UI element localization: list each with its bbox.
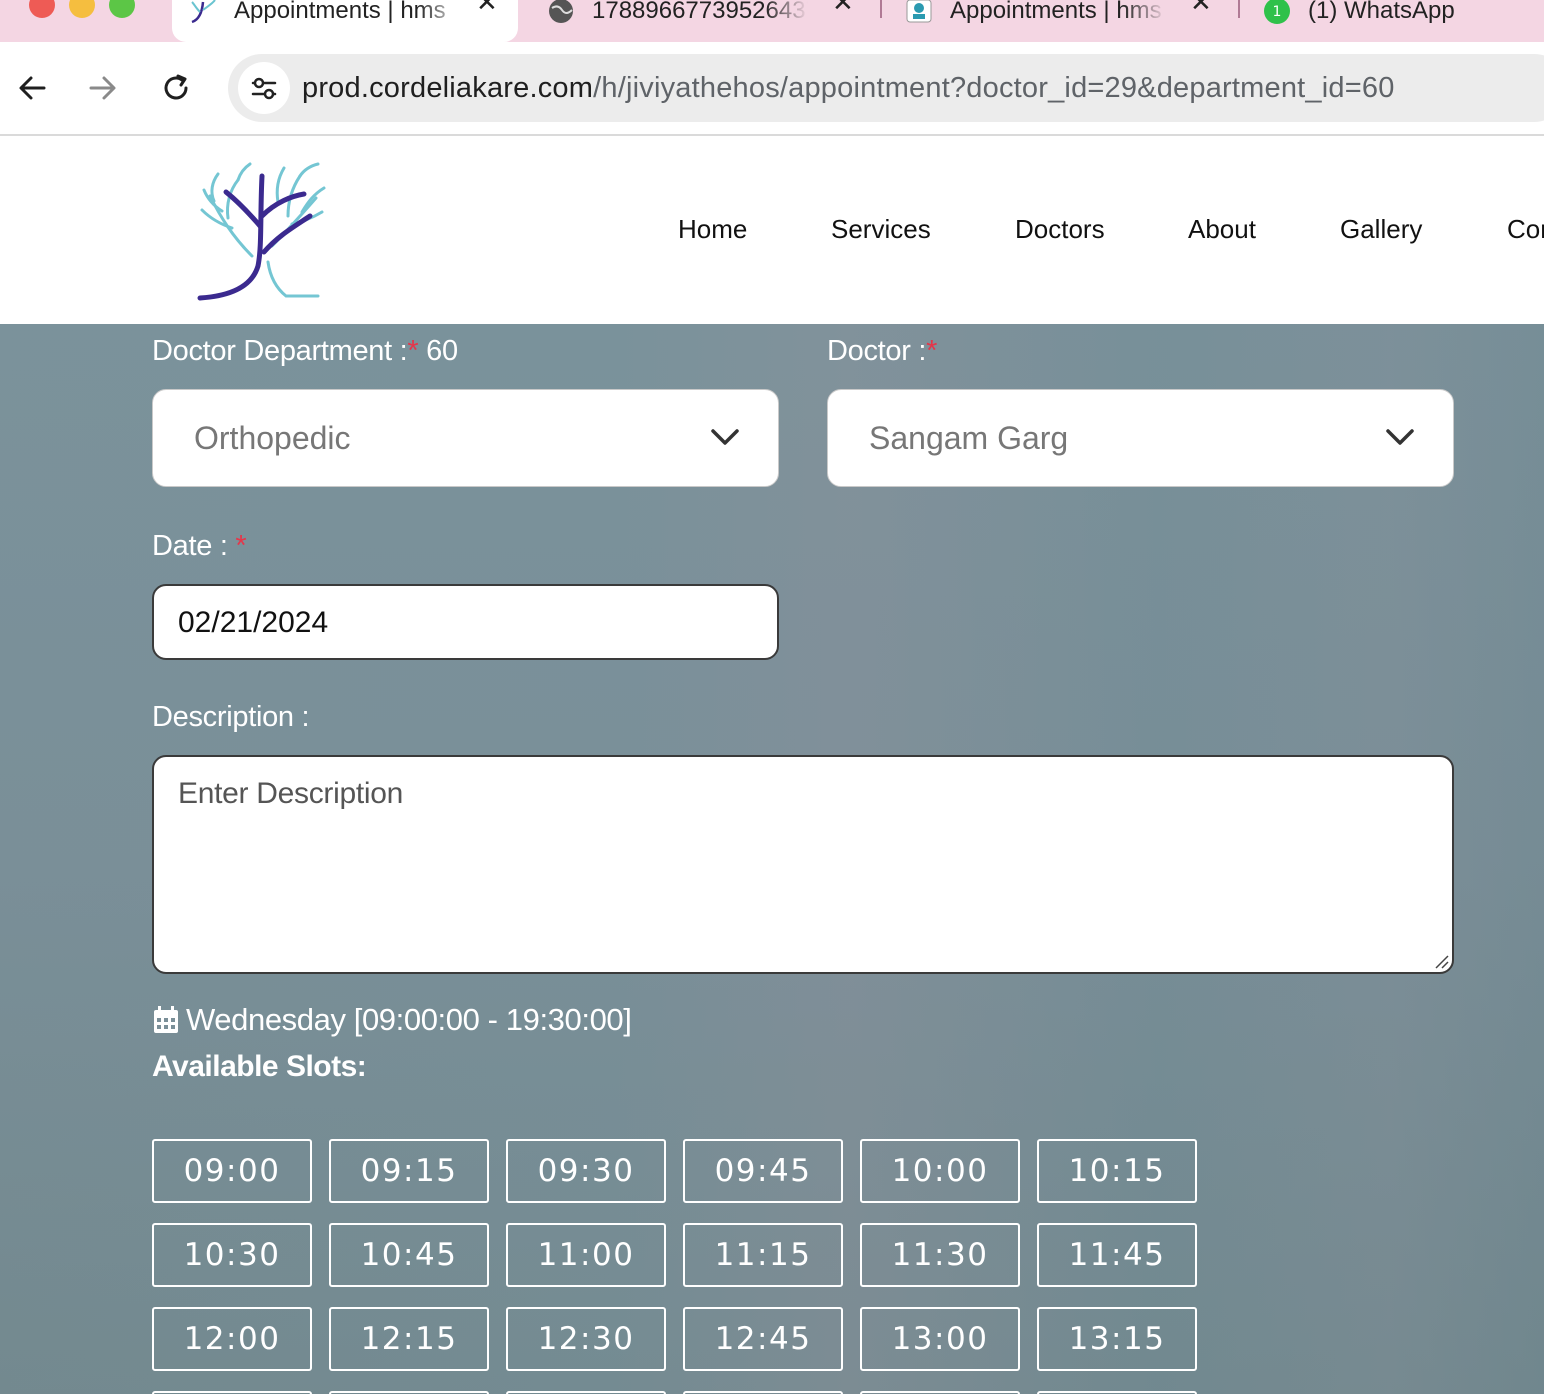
tab-title: (1) WhatsApp — [1308, 0, 1455, 24]
tab-title: 17889667739526437 — [592, 0, 808, 24]
time-slot-button[interactable]: 12:30 — [506, 1307, 666, 1371]
date-label: Date : * — [152, 530, 247, 563]
tab-2[interactable]: 17889667739526437 ✕ — [546, 0, 866, 42]
nav-home[interactable]: Home — [678, 214, 747, 245]
required-marker: * — [926, 335, 938, 367]
tab-close-icon[interactable]: ✕ — [1190, 0, 1212, 18]
time-slot-button[interactable]: 13:00 — [860, 1307, 1020, 1371]
time-slot-button[interactable]: 09:30 — [506, 1139, 666, 1203]
back-arrow-icon — [19, 76, 46, 100]
available-slots-title: Available Slots: — [152, 1050, 367, 1083]
department-label: Doctor Department :* 60 — [152, 335, 458, 368]
resize-grip-icon[interactable] — [1432, 952, 1450, 970]
tab-4[interactable]: 1 (1) WhatsApp — [1262, 0, 1544, 42]
schedule-info: Wednesday [09:00:00 - 19:30:00] — [152, 1000, 632, 1040]
browser-toolbar: prod.cordeliakare.com/h/jiviyathehos/app… — [0, 42, 1544, 136]
tab-title: Appointments | hms — [950, 0, 1162, 24]
appointment-form: Doctor Department :* 60 Orthopedic Docto… — [0, 324, 1544, 1394]
doctor-select[interactable]: Sangam Garg — [827, 389, 1454, 487]
department-label-text: Doctor Department : — [152, 335, 408, 367]
tab-close-icon[interactable]: ✕ — [476, 0, 498, 18]
nav-about[interactable]: About — [1188, 214, 1256, 245]
tab-3[interactable]: Appointments | hms ✕ — [904, 0, 1224, 42]
chevron-down-icon — [711, 429, 739, 445]
time-slot-button[interactable]: 11:45 — [1037, 1223, 1197, 1287]
calendar-icon — [154, 1006, 178, 1033]
doctor-logo-icon — [904, 0, 934, 26]
description-label: Description : — [152, 701, 310, 733]
time-slot-button[interactable]: 12:00 — [152, 1307, 312, 1371]
forward-button[interactable] — [83, 68, 123, 108]
url-text: prod.cordeliakare.com/h/jiviyathehos/app… — [302, 72, 1395, 105]
time-slot-button[interactable]: 11:00 — [506, 1223, 666, 1287]
time-slot-button[interactable]: 10:15 — [1037, 1139, 1197, 1203]
time-slot-button[interactable]: 10:30 — [152, 1223, 312, 1287]
time-slot-button[interactable]: 10:45 — [329, 1223, 489, 1287]
tab-separator — [880, 0, 882, 18]
svg-text:1: 1 — [1273, 4, 1282, 20]
department-id: 60 — [426, 335, 458, 367]
time-slot-button[interactable]: 11:15 — [683, 1223, 843, 1287]
nav-doctors[interactable]: Doctors — [1015, 214, 1105, 245]
site-settings-button[interactable] — [238, 62, 290, 114]
minimize-window-button[interactable] — [69, 0, 95, 18]
description-placeholder: Enter Description — [178, 777, 403, 810]
doctor-select-value: Sangam Garg — [869, 420, 1069, 456]
tree-logo[interactable] — [192, 156, 334, 302]
date-input[interactable]: 02/21/2024 — [152, 584, 779, 660]
time-slot-button[interactable]: 11:30 — [860, 1223, 1020, 1287]
doctor-label: Doctor :* — [827, 335, 937, 368]
nav-gallery[interactable]: Gallery — [1340, 214, 1422, 245]
address-bar[interactable]: prod.cordeliakare.com/h/jiviyathehos/app… — [228, 54, 1544, 122]
close-window-button[interactable] — [29, 0, 55, 18]
description-textarea[interactable]: Enter Description — [152, 755, 1454, 974]
site-header: Home Services Doctors About Gallery Cont… — [0, 136, 1544, 324]
time-slot-button[interactable]: 10:00 — [860, 1139, 1020, 1203]
url-path: /h/jiviyathehos/appointment?doctor_id=29… — [593, 72, 1395, 104]
schedule-text: Wednesday [09:00:00 - 19:30:00] — [186, 1002, 632, 1037]
whatsapp-icon: 1 — [1262, 0, 1292, 26]
tune-icon — [251, 77, 277, 100]
tab-appointments-active[interactable]: Appointments | hms ✕ — [172, 0, 518, 42]
time-slot-button[interactable]: 09:15 — [329, 1139, 489, 1203]
back-button[interactable] — [12, 68, 52, 108]
time-slot-button[interactable]: 13:15 — [1037, 1307, 1197, 1371]
required-marker: * — [235, 530, 247, 562]
required-marker: * — [407, 335, 419, 367]
reload-button[interactable] — [156, 68, 196, 108]
doctor-label-text: Doctor : — [827, 335, 927, 367]
time-slot-button[interactable]: 09:45 — [683, 1139, 843, 1203]
browser-tab-bar: Appointments | hms ✕ 17889667739526437 ✕… — [0, 0, 1544, 42]
chevron-down-icon — [1386, 429, 1414, 445]
tree-logo-icon — [188, 0, 218, 26]
nav-services[interactable]: Services — [831, 214, 931, 245]
time-slot-button[interactable]: 12:15 — [329, 1307, 489, 1371]
date-input-value: 02/21/2024 — [178, 606, 329, 639]
time-slot-button[interactable]: 09:00 — [152, 1139, 312, 1203]
url-host: prod.cordeliakare.com — [302, 72, 594, 104]
tab-close-icon[interactable]: ✕ — [832, 0, 854, 18]
globe-icon — [546, 0, 576, 26]
department-select-value: Orthopedic — [194, 420, 351, 456]
department-select[interactable]: Orthopedic — [152, 389, 779, 487]
nav-contact[interactable]: Contact — [1507, 214, 1544, 245]
tab-title: Appointments | hms — [234, 0, 446, 24]
tab-separator — [1238, 0, 1240, 18]
forward-arrow-icon — [89, 76, 116, 100]
date-label-text: Date : — [152, 530, 228, 562]
time-slot-button[interactable]: 12:45 — [683, 1307, 843, 1371]
maximize-window-button[interactable] — [109, 0, 135, 18]
reload-icon — [164, 74, 188, 100]
